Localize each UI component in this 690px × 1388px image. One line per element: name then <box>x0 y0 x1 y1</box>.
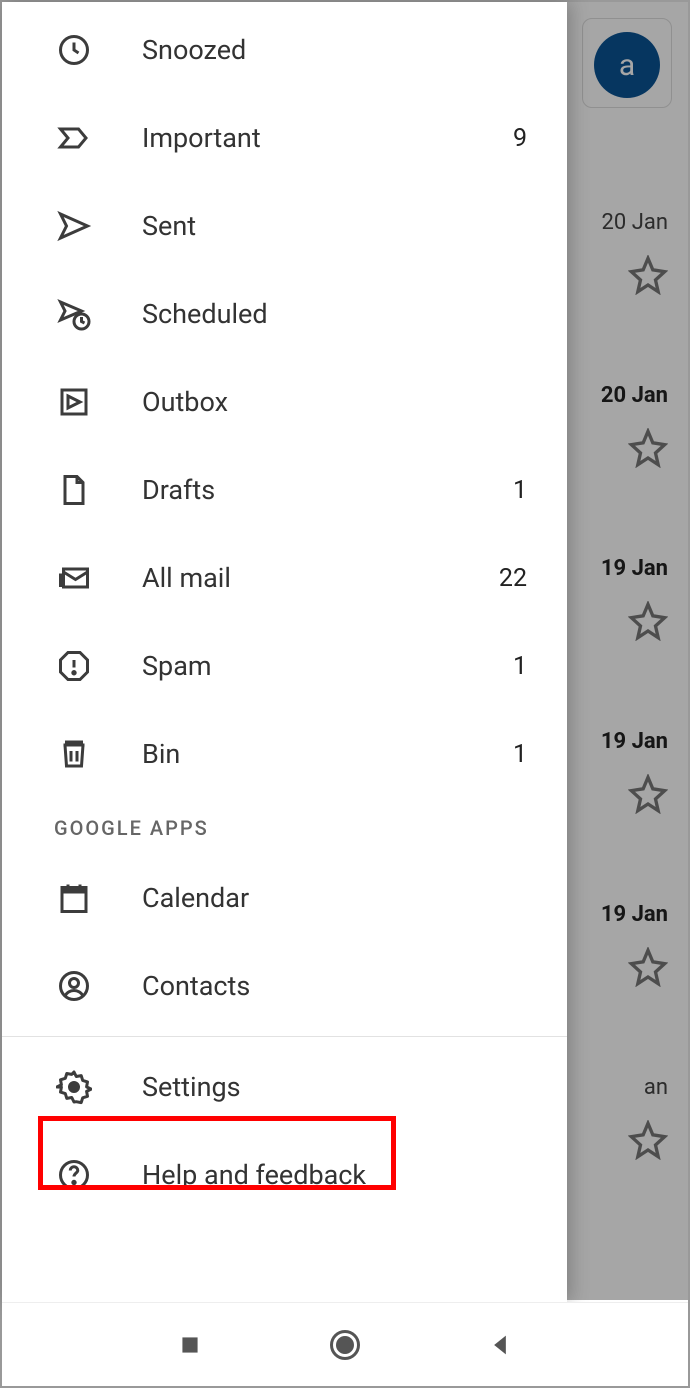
section-header-google-apps: GOOGLE APPS <box>2 798 567 854</box>
nav-count: 1 <box>513 476 527 505</box>
nav-item-drafts[interactable]: Drafts 1 <box>2 446 567 534</box>
spam-icon <box>54 646 94 686</box>
nav-item-help[interactable]: Help and feedback <box>2 1131 567 1219</box>
nav-count: 22 <box>499 564 527 593</box>
nav-label: Sent <box>142 210 527 242</box>
nav-count: 9 <box>513 124 527 153</box>
nav-item-settings[interactable]: Settings <box>2 1043 567 1131</box>
nav-label: Snoozed <box>142 34 527 66</box>
nav-item-allmail[interactable]: All mail 22 <box>2 534 567 622</box>
important-icon <box>54 118 94 158</box>
recents-button[interactable] <box>172 1327 208 1363</box>
help-icon <box>54 1155 94 1195</box>
settings-icon <box>54 1067 94 1107</box>
back-button[interactable] <box>482 1327 518 1363</box>
scrim-overlay[interactable] <box>567 2 688 1300</box>
nav-item-bin[interactable]: Bin 1 <box>2 710 567 798</box>
nav-label: All mail <box>142 562 499 594</box>
nav-item-contacts[interactable]: Contacts <box>2 942 567 1030</box>
nav-count: 1 <box>513 652 527 681</box>
contacts-icon <box>54 966 94 1006</box>
system-nav-bar <box>2 1302 688 1386</box>
nav-label: Drafts <box>142 474 513 506</box>
nav-label: Scheduled <box>142 298 527 330</box>
nav-count: 1 <box>513 740 527 769</box>
allmail-icon <box>54 558 94 598</box>
nav-item-sent[interactable]: Sent <box>2 182 567 270</box>
nav-item-spam[interactable]: Spam 1 <box>2 622 567 710</box>
sent-icon <box>54 206 94 246</box>
nav-label: Contacts <box>142 970 527 1002</box>
nav-label: Outbox <box>142 386 527 418</box>
bin-icon <box>54 734 94 774</box>
scheduled-icon <box>54 294 94 334</box>
nav-item-outbox[interactable]: Outbox <box>2 358 567 446</box>
nav-label: Bin <box>142 738 513 770</box>
nav-item-calendar[interactable]: Calendar <box>2 854 567 942</box>
navigation-drawer: Snoozed Important 9 Sent Scheduled Outbo… <box>2 2 567 1302</box>
nav-label: Spam <box>142 650 513 682</box>
nav-item-snoozed[interactable]: Snoozed <box>2 6 567 94</box>
nav-label: Settings <box>142 1071 527 1103</box>
nav-label: Help and feedback <box>142 1159 527 1191</box>
outbox-icon <box>54 382 94 422</box>
nav-item-important[interactable]: Important 9 <box>2 94 567 182</box>
clock-icon <box>54 30 94 70</box>
nav-label: Calendar <box>142 882 527 914</box>
home-button[interactable] <box>327 1327 363 1363</box>
nav-item-scheduled[interactable]: Scheduled <box>2 270 567 358</box>
calendar-icon <box>54 878 94 918</box>
divider <box>2 1036 567 1037</box>
drafts-icon <box>54 470 94 510</box>
nav-label: Important <box>142 122 513 154</box>
